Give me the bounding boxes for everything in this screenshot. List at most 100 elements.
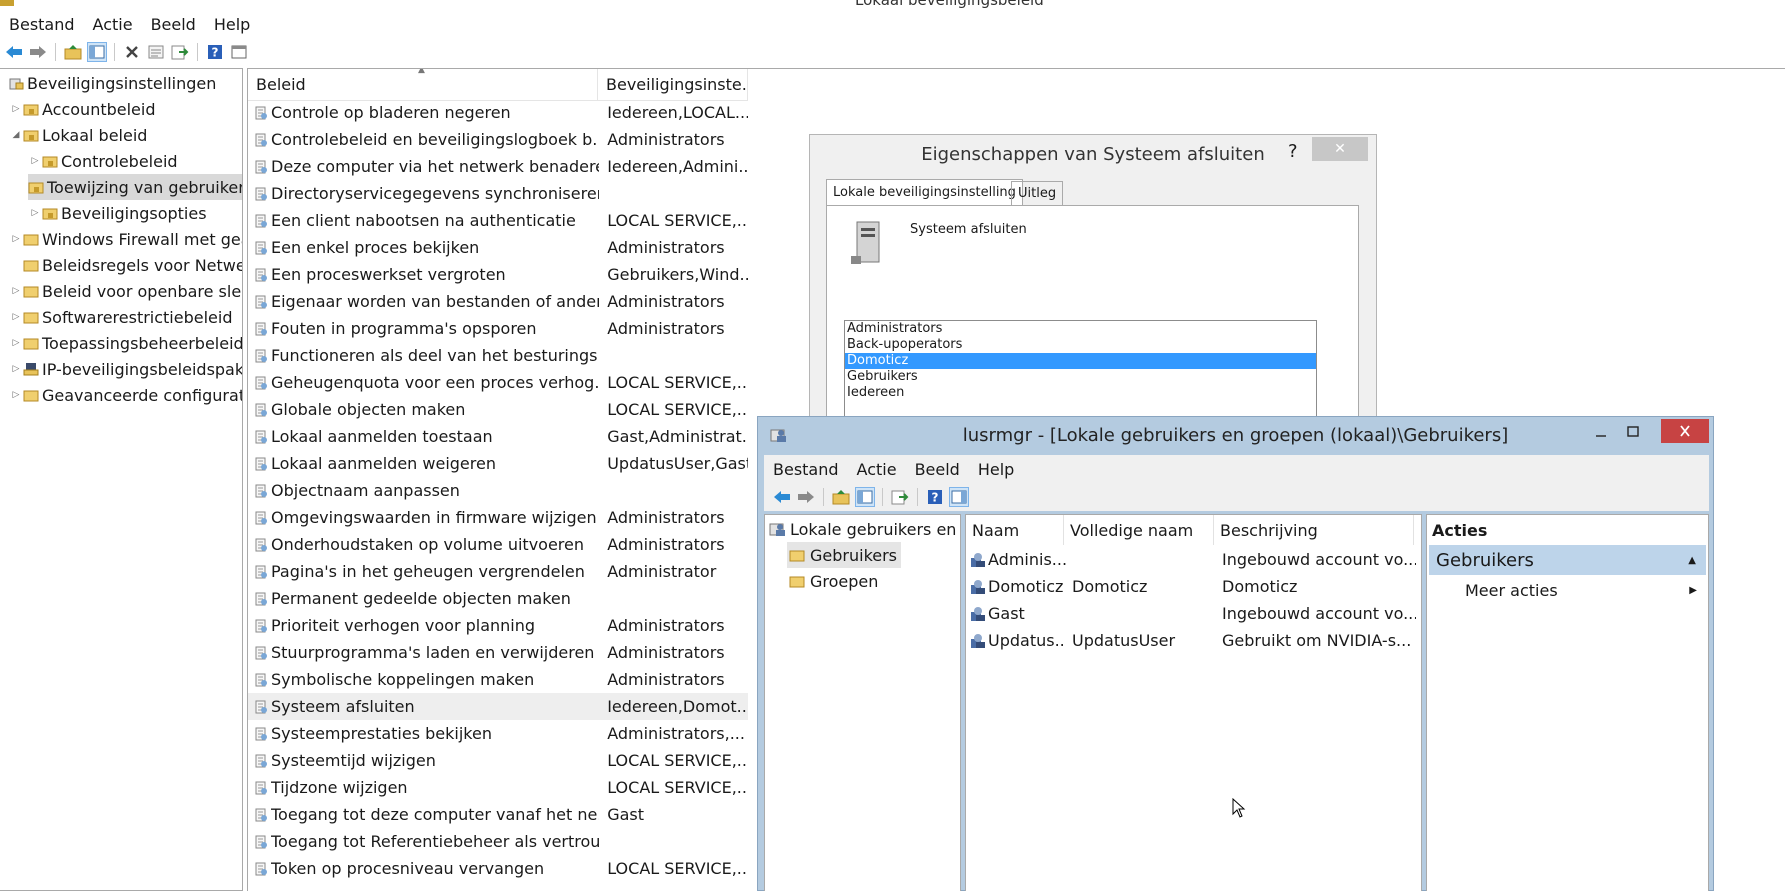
policy-row[interactable]: Systeemprestaties bekijken Administrators… (248, 720, 748, 747)
action-pane-icon[interactable] (949, 487, 969, 507)
policy-row[interactable]: Een enkel proces bekijken Administrators (248, 234, 748, 261)
up-folder-icon[interactable] (831, 487, 851, 507)
up-folder-icon[interactable] (63, 42, 83, 62)
policy-row[interactable]: Tijdzone wijzigen LOCAL SERVICE,... (248, 774, 748, 801)
minimize-icon[interactable] (1588, 421, 1614, 443)
policy-row[interactable]: Functioneren als deel van het besturings… (248, 342, 748, 369)
expand-arrow-icon[interactable]: ▷ (28, 208, 42, 218)
policy-row[interactable]: Deze computer via het netwerk benaderen I… (248, 153, 748, 180)
actions-section-gebruikers[interactable]: Gebruikers ▲ (1429, 545, 1706, 575)
tree-item-controlebeleid[interactable]: ▷ Controlebeleid (28, 148, 178, 174)
expand-arrow-icon[interactable]: ▷ (9, 286, 23, 296)
tree-item-toewijzing-gebruikersrechten[interactable]: Toewijzing van gebruikersrechten (28, 174, 242, 200)
expand-arrow-icon[interactable]: ▷ (28, 156, 42, 166)
tree-item-beveiligingsinstellingen[interactable]: Beveiligingsinstellingen (4, 70, 216, 96)
menu-bestand[interactable]: Bestand (764, 460, 848, 479)
policy-row[interactable]: Lokaal aanmelden weigeren UpdatusUser,Gas… (248, 450, 748, 477)
policy-row[interactable]: Omgevingswaarden in firmware wijzigen Adm… (248, 504, 748, 531)
policy-row[interactable]: Symbolische koppelingen maken Administrat… (248, 666, 748, 693)
forward-icon[interactable] (796, 487, 816, 507)
user-row[interactable]: Updatus... UpdatusUser Gebruikt om NVIDIA-… (966, 627, 1421, 654)
help-button[interactable]: ? (1288, 141, 1298, 162)
user-row[interactable]: Domoticz Domoticz Domoticz (966, 573, 1421, 600)
policy-row[interactable]: Systeemtijd wijzigen LOCAL SERVICE,... (248, 747, 748, 774)
policy-row[interactable]: Onderhoudstaken op volume uitvoeren Admin… (248, 531, 748, 558)
tree-item-geavanceerde-configuratie[interactable]: ▷ Geavanceerde configuratie (9, 382, 242, 408)
menu-help[interactable]: Help (205, 15, 259, 34)
expand-arrow-icon[interactable]: ▷ (9, 364, 23, 374)
list-item[interactable]: Gebruikers (845, 369, 1316, 385)
close-icon[interactable]: ✕ (1312, 137, 1368, 161)
policy-row[interactable]: Pagina's in het geheugen vergrendelen Adm… (248, 558, 748, 585)
tree-item-softwarerestrictiebeleid[interactable]: ▷ Softwarerestrictiebeleid (9, 304, 233, 330)
tree-item-gebruikers[interactable]: Gebruikers (787, 542, 902, 568)
back-icon[interactable] (772, 487, 792, 507)
policy-row[interactable]: Toegang tot Referentiebeheer als vertrou… (248, 828, 748, 855)
column-header-beschrijving[interactable]: Beschrijving (1214, 515, 1414, 545)
policy-row[interactable]: Controlebeleid en beveiligingslogboek b.… (248, 126, 748, 153)
export-icon[interactable] (890, 487, 910, 507)
policy-row[interactable]: Een proceswerkset vergroten Gebruikers,Wi… (248, 261, 748, 288)
action-meer-acties[interactable]: Meer acties ▶ (1465, 577, 1705, 603)
back-icon[interactable] (4, 42, 24, 62)
column-header-naam[interactable]: Naam (966, 515, 1064, 545)
help-icon[interactable]: ? (925, 487, 945, 507)
tree-item-netwerklijstbeheer[interactable]: Beleidsregels voor Netwerklijstbeheer (9, 252, 242, 278)
forward-icon[interactable] (28, 42, 48, 62)
collapse-arrow-icon[interactable]: ◢ (9, 130, 23, 140)
show-tree-icon[interactable] (87, 42, 107, 62)
policy-row[interactable]: Permanent gedeelde objecten maken (248, 585, 748, 612)
expand-arrow-icon[interactable]: ▷ (9, 390, 23, 400)
tree-item-beveiligingsopties[interactable]: ▷ Beveiligingsopties (28, 200, 207, 226)
user-row[interactable]: Gast Ingebouwd account vo... (966, 600, 1421, 627)
policy-row[interactable]: Eigenaar worden van bestanden of ander..… (248, 288, 748, 315)
policy-row[interactable]: Objectnaam aanpassen (248, 477, 748, 504)
list-item[interactable]: Iedereen (845, 385, 1316, 401)
help-icon[interactable]: ? (205, 42, 225, 62)
tab-lokale-beveiligingsinstelling[interactable]: Lokale beveiligingsinstelling (826, 179, 1023, 205)
menu-help[interactable]: Help (969, 460, 1023, 479)
policy-row[interactable]: Directoryservicegegevens synchroniseren (248, 180, 748, 207)
expand-arrow-icon[interactable]: ▷ (9, 234, 23, 244)
tab-uitleg[interactable]: Uitleg (1011, 181, 1064, 205)
menu-beeld[interactable]: Beeld (906, 460, 969, 479)
policy-row[interactable]: Een client nabootsen na authenticatie LOC… (248, 207, 748, 234)
export-icon[interactable] (170, 42, 190, 62)
delete-icon[interactable] (122, 42, 142, 62)
list-item[interactable]: Administrators (845, 321, 1316, 337)
tree-item-openbare-sleutels[interactable]: ▷ Beleid voor openbare sleutels (9, 278, 242, 304)
expand-arrow-icon[interactable]: ▷ (9, 338, 23, 348)
tree-item-lokaal-beleid[interactable]: ◢ Lokaal beleid (9, 122, 148, 148)
tree-item-accountbeleid[interactable]: ▷ Accountbeleid (9, 96, 156, 122)
expand-arrow-icon[interactable]: ▷ (9, 104, 23, 114)
policy-row[interactable]: Lokaal aanmelden toestaan Gast,Administra… (248, 423, 748, 450)
menu-beeld[interactable]: Beeld (142, 15, 205, 34)
policy-row[interactable]: Systeem afsluiten Iedereen,Domot... (248, 693, 748, 720)
console-view-icon[interactable] (229, 42, 249, 62)
policy-row[interactable]: Controle op bladeren negeren Iedereen,LOC… (248, 99, 748, 126)
tree-item-ip-beveiliging[interactable]: ▷ IP-beveiligingsbeleidspakketten (9, 356, 242, 382)
show-tree-icon[interactable] (855, 487, 875, 507)
tree-item-toepassingsbeheerbeleid[interactable]: ▷ Toepassingsbeheerbeleid (9, 330, 242, 356)
policy-row[interactable]: Prioriteit verhogen voor planning Adminis… (248, 612, 748, 639)
tree-item-windows-firewall[interactable]: ▷ Windows Firewall met geavanceerde beve… (9, 226, 242, 252)
policy-row[interactable]: Stuurprogramma's laden en verwijderen Adm… (248, 639, 748, 666)
policy-row[interactable]: Token op procesniveau vervangen LOCAL SER… (248, 855, 748, 882)
properties-icon[interactable] (146, 42, 166, 62)
menu-actie[interactable]: Actie (848, 460, 906, 479)
tree-item-lokale-gebruikers-groepen[interactable]: Lokale gebruikers en groepen (lokaal) (769, 516, 959, 542)
list-item-selected[interactable]: Domoticz (845, 353, 1316, 369)
tree-item-groepen[interactable]: Groepen (787, 568, 878, 594)
menu-bestand[interactable]: Bestand (0, 15, 84, 34)
column-header-beleid[interactable]: ▲ Beleid (248, 69, 598, 100)
user-row[interactable]: Adminis... Ingebouwd account vo... (966, 546, 1421, 573)
policy-row[interactable]: Fouten in programma's opsporen Administra… (248, 315, 748, 342)
column-header-beveiligingsinstelling[interactable]: Beveiligingsinste... (598, 69, 748, 100)
policy-row[interactable]: Toegang tot deze computer vanaf het ne..… (248, 801, 748, 828)
list-item[interactable]: Back-upoperators (845, 337, 1316, 353)
maximize-icon[interactable] (1620, 421, 1646, 443)
policy-row[interactable]: Geheugenquota voor een proces verhog... L… (248, 369, 748, 396)
expand-arrow-icon[interactable]: ▷ (9, 312, 23, 322)
menu-actie[interactable]: Actie (84, 15, 142, 34)
column-header-volledige-naam[interactable]: Volledige naam (1064, 515, 1214, 545)
